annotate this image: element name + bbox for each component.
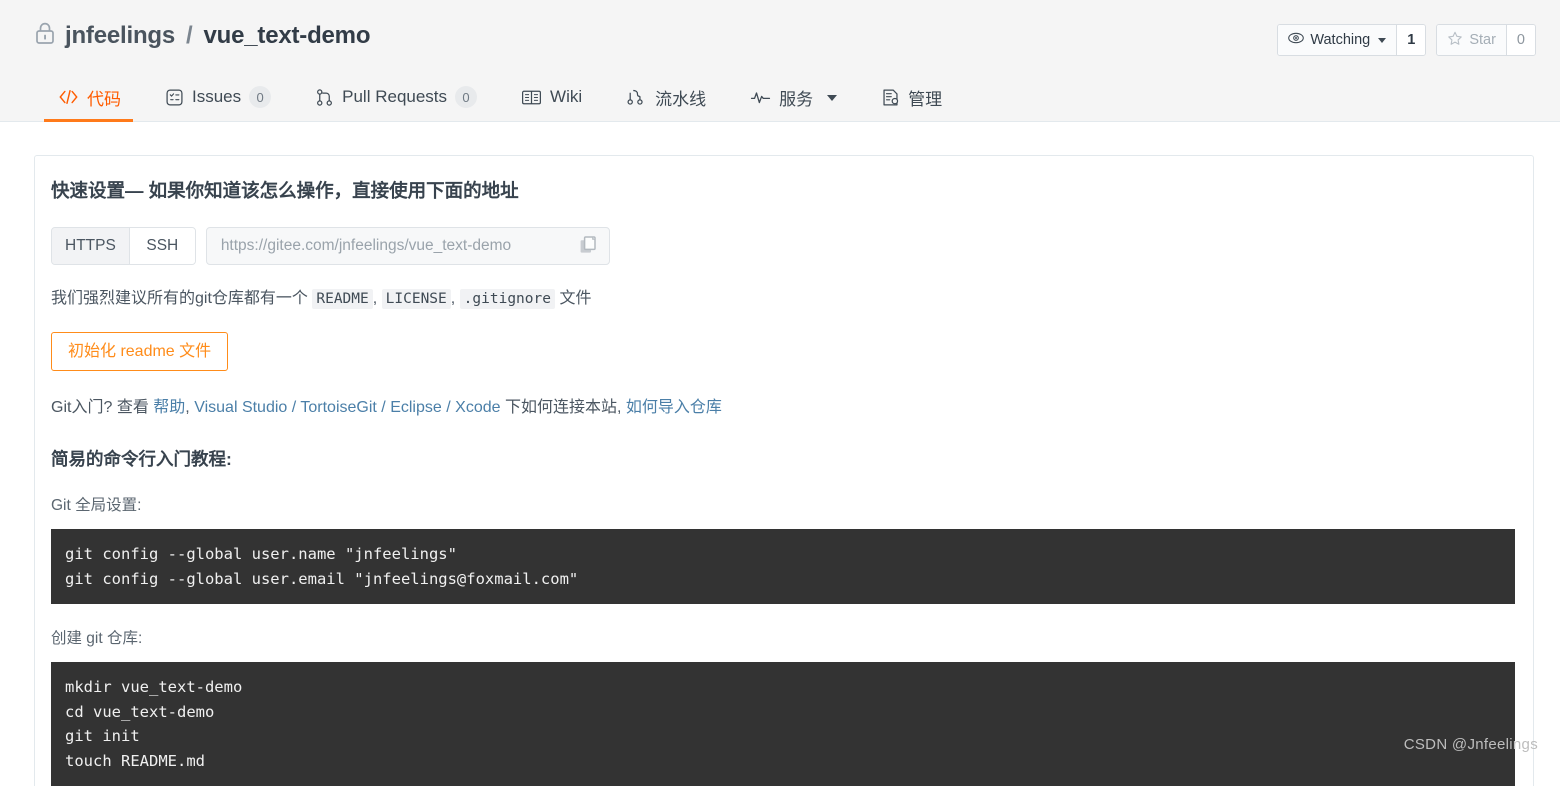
chevron-down-icon xyxy=(827,95,837,101)
git-intro-line: Git入门? 查看 帮助, Visual Studio / TortoiseGi… xyxy=(51,393,1517,417)
recommend-suffix: 文件 xyxy=(559,290,591,307)
star-icon xyxy=(1447,31,1463,50)
star-button-group[interactable]: Star 0 xyxy=(1436,24,1536,56)
tab-manage[interactable]: 管理 xyxy=(859,72,964,122)
link-import-repo[interactable]: 如何导入仓库 xyxy=(626,399,722,416)
book-icon xyxy=(521,89,542,106)
comma-1: , xyxy=(373,290,377,307)
tab-service[interactable]: 服务 xyxy=(728,72,859,122)
tab-manage-label: 管理 xyxy=(908,85,942,110)
protocol-ssh-button[interactable]: SSH xyxy=(129,228,195,264)
link-help[interactable]: 帮助 xyxy=(153,399,185,416)
repo-owner[interactable]: jnfeelings xyxy=(65,22,175,50)
file-license: LICENSE xyxy=(382,289,451,309)
global-config-code[interactable]: git config --global user.name "jnfeeling… xyxy=(51,529,1515,604)
chevron-down-icon xyxy=(1378,38,1386,43)
repo-header: jnfeelings / vue_text-demo Watching 1 xyxy=(0,0,1560,122)
clone-url-field[interactable]: https://gitee.com/jnfeelings/vue_text-de… xyxy=(206,227,610,265)
watch-button[interactable]: Watching xyxy=(1278,25,1396,55)
tab-pipeline[interactable]: 流水线 xyxy=(604,72,728,122)
eye-icon xyxy=(1288,31,1304,49)
slash-2: / xyxy=(381,399,385,416)
quick-setup-heading: 快速设置— 如果你知道该怎么操作，直接使用下面的地址 xyxy=(51,178,1517,204)
tab-issues[interactable]: Issues 0 xyxy=(143,72,293,122)
lock-icon xyxy=(34,21,56,52)
comma-2: , xyxy=(451,290,455,307)
slash-3: / xyxy=(446,399,450,416)
issues-count-badge: 0 xyxy=(249,86,271,108)
git-intro-middle: 下如何连接本站, xyxy=(505,399,621,416)
service-icon xyxy=(750,89,771,105)
git-intro-prefix: Git入门? xyxy=(51,399,112,416)
tab-pipeline-label: 流水线 xyxy=(655,85,706,110)
link-xcode[interactable]: Xcode xyxy=(455,399,500,416)
recommend-prefix: 我们强烈建议所有的git仓库都有一个 xyxy=(51,290,308,307)
link-eclipse[interactable]: Eclipse xyxy=(390,399,442,416)
init-readme-button[interactable]: 初始化 readme 文件 xyxy=(51,332,228,371)
protocol-https-button[interactable]: HTTPS xyxy=(52,228,129,264)
tab-service-label: 服务 xyxy=(779,85,813,110)
tab-wiki-label: Wiki xyxy=(550,87,582,107)
protocol-toggle[interactable]: HTTPS SSH xyxy=(51,227,196,265)
file-gitignore: .gitignore xyxy=(460,289,555,309)
repo-separator: / xyxy=(186,22,192,50)
recommend-files-line: 我们强烈建议所有的git仓库都有一个 README, LICENSE, .git… xyxy=(51,287,1517,311)
pipeline-icon xyxy=(626,88,647,106)
manage-icon xyxy=(881,88,900,107)
tab-code-label: 代码 xyxy=(87,85,121,110)
star-label: Star xyxy=(1469,32,1496,48)
tab-pull-requests-label: Pull Requests xyxy=(342,87,447,107)
tutorial-heading: 简易的命令行入门教程: xyxy=(51,446,1517,471)
repo-nav: 代码 Issues 0 xyxy=(34,72,964,122)
clone-url-value: https://gitee.com/jnfeelings/vue_text-de… xyxy=(221,237,511,255)
create-repo-code[interactable]: mkdir vue_text-demo cd vue_text-demo git… xyxy=(51,662,1515,786)
watch-label: Watching xyxy=(1310,32,1370,48)
tab-issues-label: Issues xyxy=(192,87,241,107)
tab-wiki[interactable]: Wiki xyxy=(499,72,604,122)
watch-count[interactable]: 1 xyxy=(1396,25,1425,55)
git-intro-comma1: , xyxy=(185,399,189,416)
tab-code[interactable]: 代码 xyxy=(34,72,143,122)
copy-icon[interactable] xyxy=(579,235,599,256)
git-intro-view: 查看 xyxy=(117,399,149,416)
pull-request-icon xyxy=(315,88,334,107)
pull-requests-count-badge: 0 xyxy=(455,86,477,108)
link-tortoisegit[interactable]: TortoiseGit xyxy=(300,399,376,416)
tab-pull-requests[interactable]: Pull Requests 0 xyxy=(293,72,499,122)
slash-1: / xyxy=(292,399,296,416)
repo-name[interactable]: vue_text-demo xyxy=(204,22,371,50)
repo-actions: Watching 1 Star 0 xyxy=(1277,24,1536,56)
issue-icon xyxy=(165,88,184,107)
star-button[interactable]: Star xyxy=(1437,25,1506,55)
clone-row: HTTPS SSH https://gitee.com/jnfeelings/v… xyxy=(51,227,1517,265)
code-icon xyxy=(58,89,79,105)
create-repo-label: 创建 git 仓库: xyxy=(51,626,1517,648)
repo-title: jnfeelings / vue_text-demo xyxy=(34,20,370,52)
link-visual-studio[interactable]: Visual Studio xyxy=(194,399,287,416)
file-readme: README xyxy=(312,289,372,309)
watch-button-group[interactable]: Watching 1 xyxy=(1277,24,1426,56)
quick-setup-card: 快速设置— 如果你知道该怎么操作，直接使用下面的地址 HTTPS SSH htt… xyxy=(34,155,1534,786)
star-count[interactable]: 0 xyxy=(1506,25,1535,55)
global-config-label: Git 全局设置: xyxy=(51,493,1517,515)
